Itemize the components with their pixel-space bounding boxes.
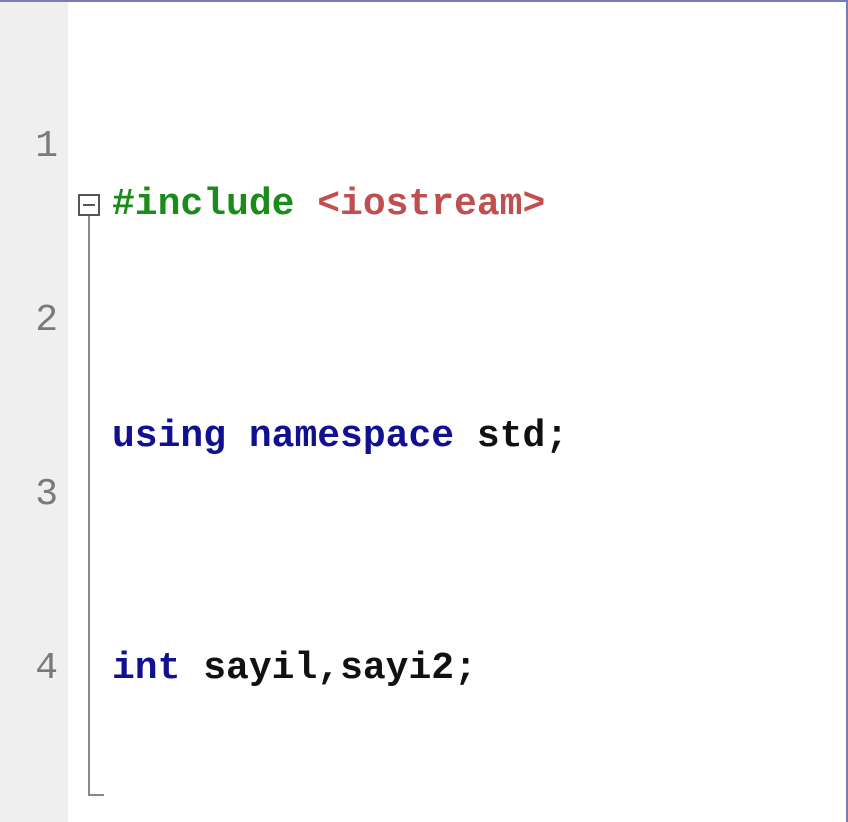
include-target: <iostream> — [317, 183, 545, 226]
preprocessor-token: #include — [112, 183, 317, 226]
line-number: 4 — [0, 640, 58, 698]
line-number-gutter: 1 2 3 4 5 6 7 8 9 10 11 12 13 14 — [0, 2, 68, 822]
line-number: 2 — [0, 292, 58, 350]
code-line: int sayil,sayi2; — [112, 640, 846, 698]
fold-margin — [72, 2, 106, 822]
code-line: using namespace std; — [112, 408, 846, 466]
identifier: sayi2 — [340, 647, 454, 690]
fold-toggle-icon[interactable] — [78, 194, 100, 216]
line-number: 5 — [0, 814, 58, 822]
code-area: #include <iostream> using namespace std;… — [112, 2, 846, 822]
keyword: namespace — [249, 415, 454, 458]
keyword: int — [112, 647, 180, 690]
identifier: sayil — [203, 647, 317, 690]
code-editor: 1 2 3 4 5 6 7 8 9 10 11 12 13 14 #includ… — [0, 0, 848, 822]
fold-line — [88, 216, 90, 796]
code-line: #include <iostream> — [112, 176, 846, 234]
fold-end — [88, 794, 104, 796]
line-number: 1 — [0, 118, 58, 176]
semicolon: ; — [545, 415, 568, 458]
identifier: std — [477, 415, 545, 458]
keyword: using — [112, 415, 226, 458]
line-number: 3 — [0, 466, 58, 524]
